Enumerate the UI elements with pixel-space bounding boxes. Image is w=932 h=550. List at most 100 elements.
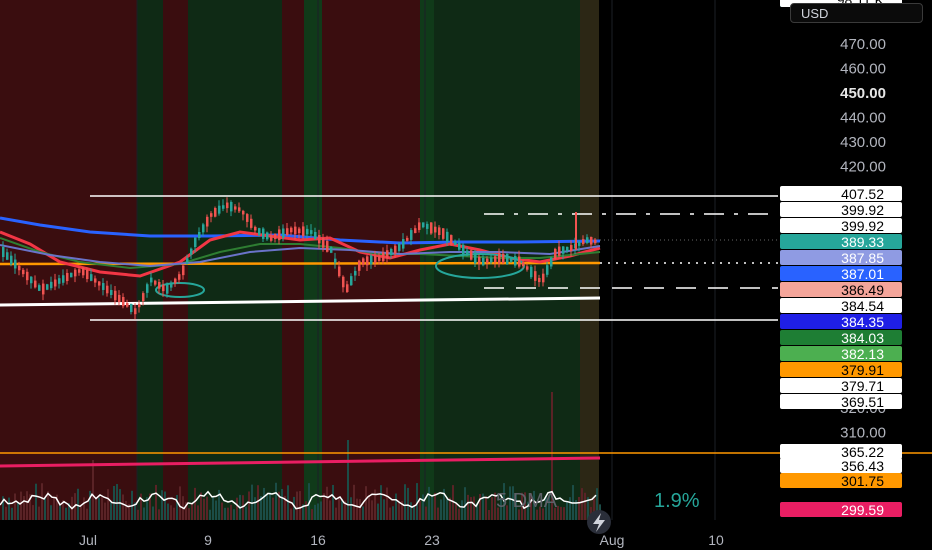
volume-bar [245, 506, 247, 520]
volume-bar [215, 500, 217, 520]
volume-bar [5, 506, 7, 520]
volume-bar [107, 489, 109, 520]
volume-bar [23, 496, 25, 520]
volume-bar [392, 506, 394, 520]
volume-bar [257, 485, 259, 520]
volume-bar [44, 498, 46, 520]
date-tick-label: Aug [600, 532, 625, 548]
candle-body [398, 243, 401, 251]
volume-bar [356, 498, 358, 520]
volume-bar [221, 502, 223, 520]
candle-body [182, 265, 185, 276]
candle-body [470, 250, 473, 260]
candle-body [478, 256, 481, 265]
volume-bar [383, 499, 385, 520]
volume-bar [38, 506, 40, 520]
candle-body [174, 278, 177, 284]
price-chart[interactable]: 470.00460.00450.00440.00430.00420.00320.… [0, 0, 932, 550]
candle-body [494, 256, 497, 263]
candle-body [342, 276, 345, 288]
candle-body [94, 278, 97, 283]
volume-bar [101, 497, 103, 520]
candle-body [218, 205, 221, 214]
candle-body [450, 235, 453, 245]
candle-body [170, 282, 173, 288]
volume-bar [41, 483, 43, 520]
candle-body [330, 247, 333, 253]
candle-body [66, 272, 69, 282]
volume-bar [371, 500, 373, 520]
candle-body [26, 271, 29, 281]
volume-bar [323, 493, 325, 520]
candle-body [482, 257, 485, 266]
candle-body [194, 237, 197, 248]
volume-bar [26, 491, 28, 520]
price-tick-label: 450.00 [840, 85, 886, 102]
volume-bar [407, 487, 409, 520]
candle-body [258, 228, 261, 236]
candle-body [562, 246, 565, 254]
candle-body [446, 231, 449, 242]
volume-bar [305, 501, 307, 520]
volume-bar [563, 507, 565, 520]
volume-bar [35, 483, 37, 520]
candle-body [178, 274, 181, 280]
candle-body [222, 205, 225, 209]
candle-body [54, 279, 57, 287]
lightning-icon[interactable] [587, 510, 611, 534]
volume-bar [287, 485, 289, 520]
volume-bar [347, 440, 349, 520]
candle-body [238, 207, 241, 212]
candle-body [38, 285, 41, 291]
candle-body [114, 290, 117, 301]
candle-body [314, 231, 317, 240]
volume-bar [137, 509, 139, 520]
volume-bar [254, 497, 256, 520]
candle-body [254, 226, 257, 231]
candle-body [246, 214, 249, 222]
candle-body [566, 246, 569, 252]
price-tick-label: 420.00 [840, 159, 886, 176]
volume-bar [581, 488, 583, 520]
candle-body [126, 302, 129, 307]
volume-bar [410, 502, 412, 520]
volume-bar [290, 508, 292, 520]
volume-bar [377, 503, 379, 520]
volume-bar [233, 509, 235, 520]
date-tick-label: Jul [79, 532, 97, 548]
candle-body [338, 266, 341, 277]
candle-body [354, 270, 357, 276]
candle-body [210, 213, 213, 217]
volume-bar [479, 494, 481, 520]
candle-body [214, 207, 217, 217]
candle-body [14, 259, 17, 269]
candle-body [334, 258, 337, 263]
candle-body [166, 284, 169, 294]
candle-body [266, 232, 269, 240]
volume-bar [167, 503, 169, 520]
candle-body [22, 269, 25, 275]
volume-bar [8, 497, 10, 520]
candle-body [90, 274, 93, 281]
volume-bar [236, 497, 238, 520]
date-tick-label: 16 [310, 532, 326, 548]
candle-body [150, 277, 153, 283]
volume-bar [119, 489, 121, 520]
volume-bar [32, 505, 34, 520]
currency-selector[interactable]: USD [790, 3, 923, 23]
candle-body [454, 241, 457, 245]
indicator-value: 1.9% [654, 490, 700, 512]
price-label-value: 301.75 [841, 473, 884, 489]
volume-bar [464, 487, 466, 520]
candle-body [262, 228, 265, 239]
volume-bar [413, 506, 415, 520]
candle-body [70, 272, 73, 278]
volume-bar [395, 493, 397, 520]
volume-bar [248, 491, 250, 520]
candle-body [522, 261, 525, 267]
volume-bar [200, 492, 202, 520]
candle-body [310, 230, 313, 234]
volume-bar [170, 505, 172, 520]
candle-body [302, 226, 305, 236]
candle-body [466, 250, 469, 254]
